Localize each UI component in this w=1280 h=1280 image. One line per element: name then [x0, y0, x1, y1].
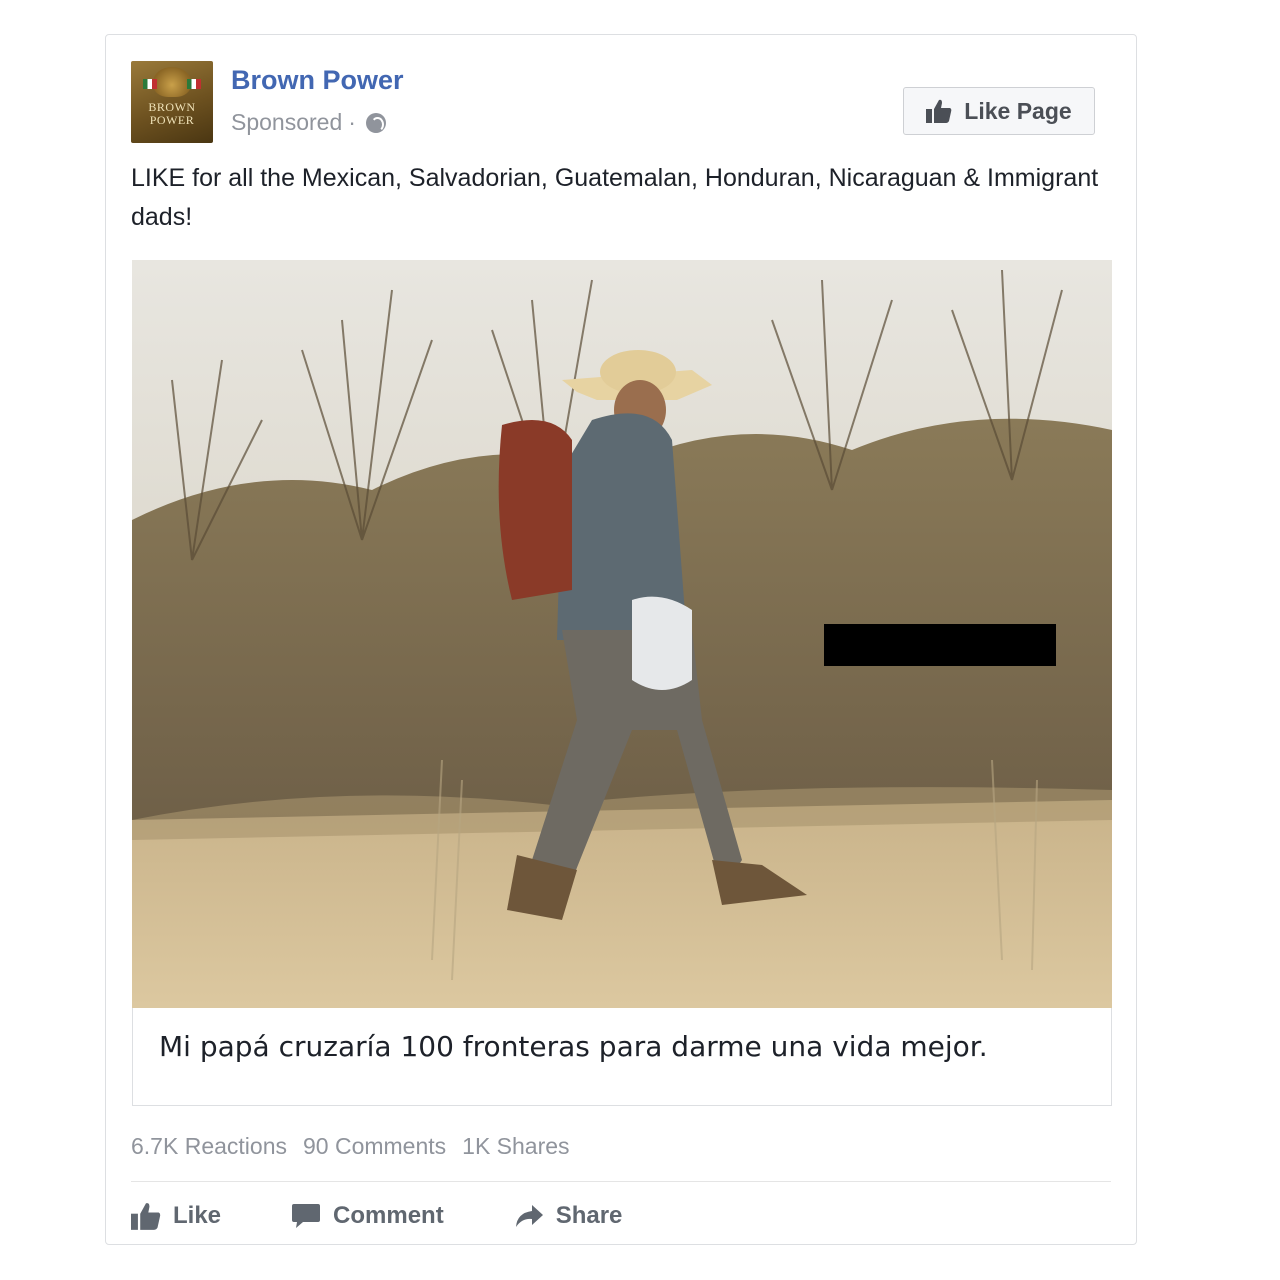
desert-walker-photo: [132, 260, 1112, 1008]
thumbs-up-icon: [131, 1203, 161, 1230]
reactions-count[interactable]: 6.7K Reactions: [131, 1133, 287, 1160]
page-avatar[interactable]: BROWN POWER: [131, 61, 213, 143]
post-meta: Sponsored ·: [231, 109, 386, 136]
like-page-button[interactable]: Like Page: [903, 87, 1095, 135]
shares-count[interactable]: 1K Shares: [462, 1133, 569, 1160]
flag-icon: [143, 79, 157, 89]
divider: [131, 1181, 1111, 1182]
eagle-emblem-icon: [153, 67, 191, 97]
share-label: Share: [555, 1202, 623, 1229]
globe-icon[interactable]: [365, 112, 386, 133]
sponsored-label[interactable]: Sponsored: [231, 109, 342, 136]
comment-button[interactable]: Comment: [291, 1202, 444, 1230]
share-button[interactable]: Share: [514, 1202, 623, 1230]
post-stats: 6.7K Reactions 90 Comments 1K Shares: [131, 1133, 570, 1160]
image-caption: Mi papá cruzaría 100 fronteras para darm…: [159, 1030, 988, 1063]
redaction-bar: [824, 624, 1056, 666]
like-page-label: Like Page: [964, 97, 1072, 124]
thumbs-up-icon: [926, 99, 952, 123]
image-caption-box: Mi papá cruzaría 100 fronteras para darm…: [132, 1008, 1112, 1106]
post-header: BROWN POWER Brown Power Sponsored · Like …: [131, 61, 1111, 145]
share-arrow-icon: [515, 1205, 543, 1227]
post-image[interactable]: [132, 260, 1112, 1008]
page-name-link[interactable]: Brown Power: [231, 65, 404, 96]
comment-label: Comment: [333, 1202, 444, 1229]
comments-count[interactable]: 90 Comments: [303, 1133, 446, 1160]
post-text: LIKE for all the Mexican, Salvadorian, G…: [131, 164, 1099, 231]
like-button[interactable]: Like: [131, 1202, 221, 1230]
avatar-logo-text: BROWN POWER: [148, 100, 196, 127]
comment-icon: [292, 1204, 321, 1228]
sponsored-post-card: BROWN POWER Brown Power Sponsored · Like …: [105, 34, 1137, 1245]
meta-separator: ·: [348, 109, 356, 135]
post-actions: Like Comment Share: [131, 1195, 692, 1237]
flag-icon: [187, 79, 201, 89]
like-label: Like: [173, 1202, 222, 1229]
